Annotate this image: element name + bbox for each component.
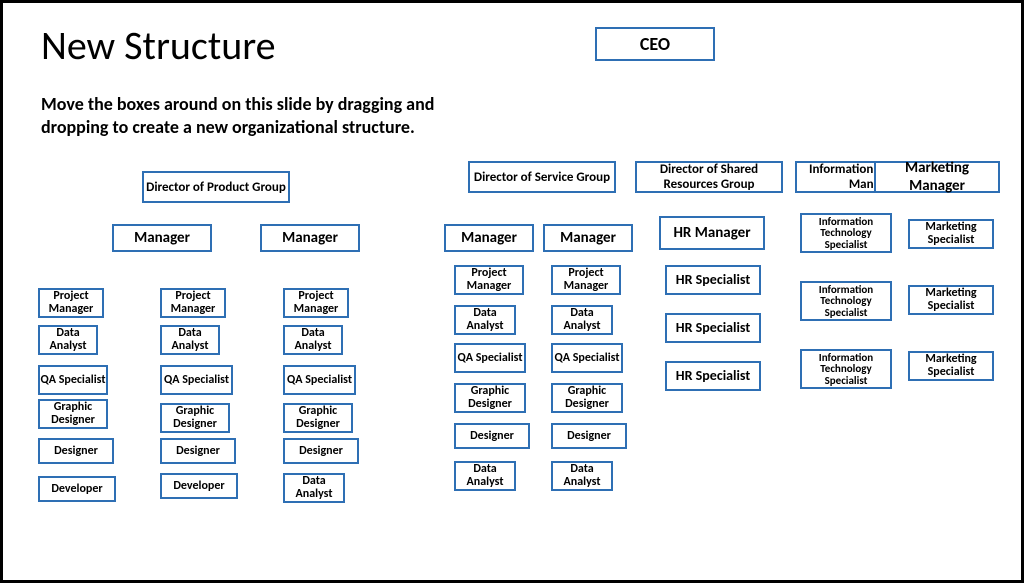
- org-box-marketing-manager[interactable]: Marketing Manager: [874, 161, 1000, 193]
- org-box-b-data-analyst[interactable]: Data Analyst: [160, 325, 220, 355]
- org-box-c-graphic-designer[interactable]: Graphic Designer: [283, 403, 353, 433]
- org-box-a-developer[interactable]: Developer: [38, 476, 116, 502]
- org-box-manager-a[interactable]: Manager: [112, 224, 212, 252]
- org-box-s1-project-manager[interactable]: Project Manager: [454, 265, 524, 295]
- org-box-s2-data-analyst-2[interactable]: Data Analyst: [551, 461, 613, 491]
- org-box-svc-manager-2[interactable]: Manager: [543, 224, 633, 252]
- org-box-c-project-manager[interactable]: Project Manager: [283, 288, 349, 318]
- org-box-b-designer[interactable]: Designer: [160, 438, 236, 464]
- org-box-a-project-manager[interactable]: Project Manager: [38, 288, 104, 318]
- org-box-s1-designer[interactable]: Designer: [454, 423, 530, 449]
- org-box-c-data-analyst[interactable]: Data Analyst: [283, 325, 343, 355]
- org-box-hr-specialist-1[interactable]: HR Specialist: [665, 265, 761, 295]
- org-box-hr-specialist-2[interactable]: HR Specialist: [665, 313, 761, 343]
- org-box-s1-data-analyst-2[interactable]: Data Analyst: [454, 461, 516, 491]
- org-box-hr-specialist-3[interactable]: HR Specialist: [665, 361, 761, 391]
- org-box-mkt-specialist-1[interactable]: Marketing Specialist: [908, 219, 994, 249]
- org-box-manager-b[interactable]: Manager: [260, 224, 360, 252]
- org-box-director-shared[interactable]: Director of Shared Resources Group: [635, 161, 783, 193]
- org-box-s2-data-analyst[interactable]: Data Analyst: [551, 305, 613, 335]
- slide-title: New Structure: [41, 21, 276, 70]
- org-box-b-qa-specialist[interactable]: QA Specialist: [160, 365, 233, 395]
- org-box-it-specialist-2[interactable]: Information Technology Specialist: [800, 281, 892, 321]
- org-box-hr-manager[interactable]: HR Manager: [659, 216, 765, 250]
- org-box-svc-manager-1[interactable]: Manager: [444, 224, 534, 252]
- org-box-it-specialist-3[interactable]: Information Technology Specialist: [800, 349, 892, 389]
- slide: New Structure Move the boxes around on t…: [0, 0, 1024, 583]
- org-box-s1-graphic-designer[interactable]: Graphic Designer: [454, 383, 526, 413]
- org-box-s2-designer[interactable]: Designer: [551, 423, 627, 449]
- org-box-s2-qa-specialist[interactable]: QA Specialist: [551, 343, 623, 373]
- org-box-it-specialist-1[interactable]: Information Technology Specialist: [800, 213, 892, 253]
- org-box-c-data-analyst-2[interactable]: Data Analyst: [283, 473, 345, 503]
- org-box-c-qa-specialist[interactable]: QA Specialist: [283, 365, 356, 395]
- org-box-a-qa-specialist[interactable]: QA Specialist: [38, 365, 108, 395]
- org-box-b-project-manager[interactable]: Project Manager: [160, 288, 226, 318]
- org-box-b-graphic-designer[interactable]: Graphic Designer: [160, 403, 230, 433]
- org-box-mkt-specialist-3[interactable]: Marketing Specialist: [908, 351, 994, 381]
- org-box-director-service[interactable]: Director of Service Group: [468, 161, 616, 193]
- org-box-ceo[interactable]: CEO: [595, 27, 715, 61]
- org-box-c-designer[interactable]: Designer: [283, 438, 359, 464]
- org-box-s1-data-analyst[interactable]: Data Analyst: [454, 305, 516, 335]
- org-box-s2-graphic-designer[interactable]: Graphic Designer: [551, 383, 623, 413]
- org-box-s1-qa-specialist[interactable]: QA Specialist: [454, 343, 526, 373]
- org-box-a-graphic-designer[interactable]: Graphic Designer: [38, 399, 108, 429]
- slide-subtitle: Move the boxes around on this slide by d…: [41, 93, 461, 140]
- org-box-b-developer[interactable]: Developer: [160, 473, 238, 499]
- org-box-mkt-specialist-2[interactable]: Marketing Specialist: [908, 285, 994, 315]
- org-box-s2-project-manager[interactable]: Project Manager: [551, 265, 621, 295]
- org-box-a-designer[interactable]: Designer: [38, 438, 114, 464]
- org-box-a-data-analyst[interactable]: Data Analyst: [38, 325, 98, 355]
- org-box-director-product[interactable]: Director of Product Group: [142, 171, 290, 203]
